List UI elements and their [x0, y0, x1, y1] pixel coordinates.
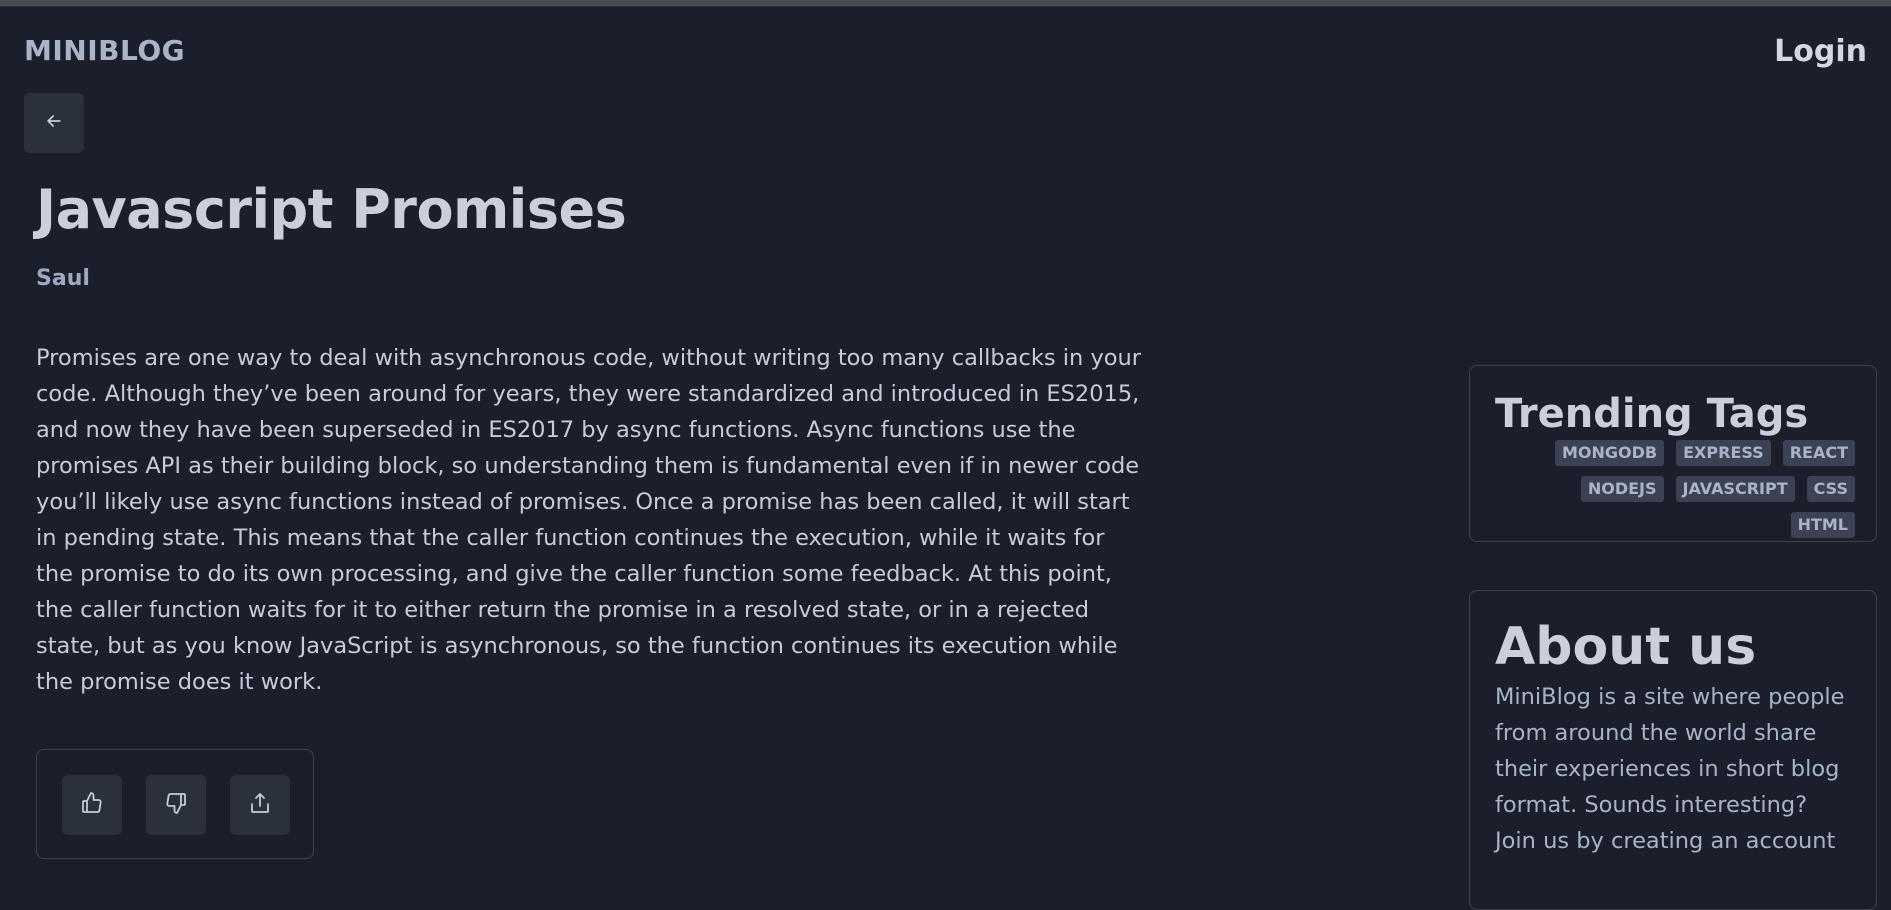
about-us-title: About us	[1495, 617, 1757, 677]
thumbs-down-icon	[164, 791, 188, 819]
tag-html[interactable]: HTML	[1790, 512, 1855, 538]
site-logo[interactable]: MINIBLOG	[24, 34, 185, 67]
about-us-card: About us MiniBlog is a site where people…	[1469, 590, 1877, 910]
dislike-button[interactable]	[146, 775, 206, 835]
trending-tags-title: Trending Tags	[1495, 391, 1809, 437]
tag-express[interactable]: EXPRESS	[1676, 440, 1771, 466]
tag-javascript[interactable]: JAVASCRIPT	[1675, 476, 1795, 502]
trending-tags-card: Trending Tags MONGODB EXPRESS REACT NODE…	[1469, 365, 1877, 542]
about-us-text: MiniBlog is a site where people from aro…	[1495, 684, 1845, 854]
arrow-left-icon	[44, 111, 64, 135]
post-body: Promises are one way to deal with asynch…	[36, 345, 1142, 695]
tag-mongodb[interactable]: MONGODB	[1555, 440, 1665, 466]
tag-list: MONGODB EXPRESS REACT NODEJS JAVASCRIPT …	[1495, 440, 1855, 538]
tag-spacer	[1509, 476, 1569, 502]
post-title: Javascript Promises	[36, 178, 627, 241]
back-button[interactable]	[24, 93, 84, 153]
share-button[interactable]	[230, 775, 290, 835]
share-icon	[248, 791, 272, 819]
tag-react[interactable]: REACT	[1782, 440, 1855, 466]
like-button[interactable]	[62, 775, 122, 835]
post-author[interactable]: Saul	[36, 266, 90, 291]
login-link[interactable]: Login	[1774, 34, 1867, 69]
thumbs-up-icon	[80, 791, 104, 819]
tag-nodejs[interactable]: NODEJS	[1580, 476, 1664, 502]
window-top-bar	[0, 0, 1891, 7]
tag-css[interactable]: CSS	[1806, 476, 1855, 502]
post-actions	[36, 749, 314, 859]
